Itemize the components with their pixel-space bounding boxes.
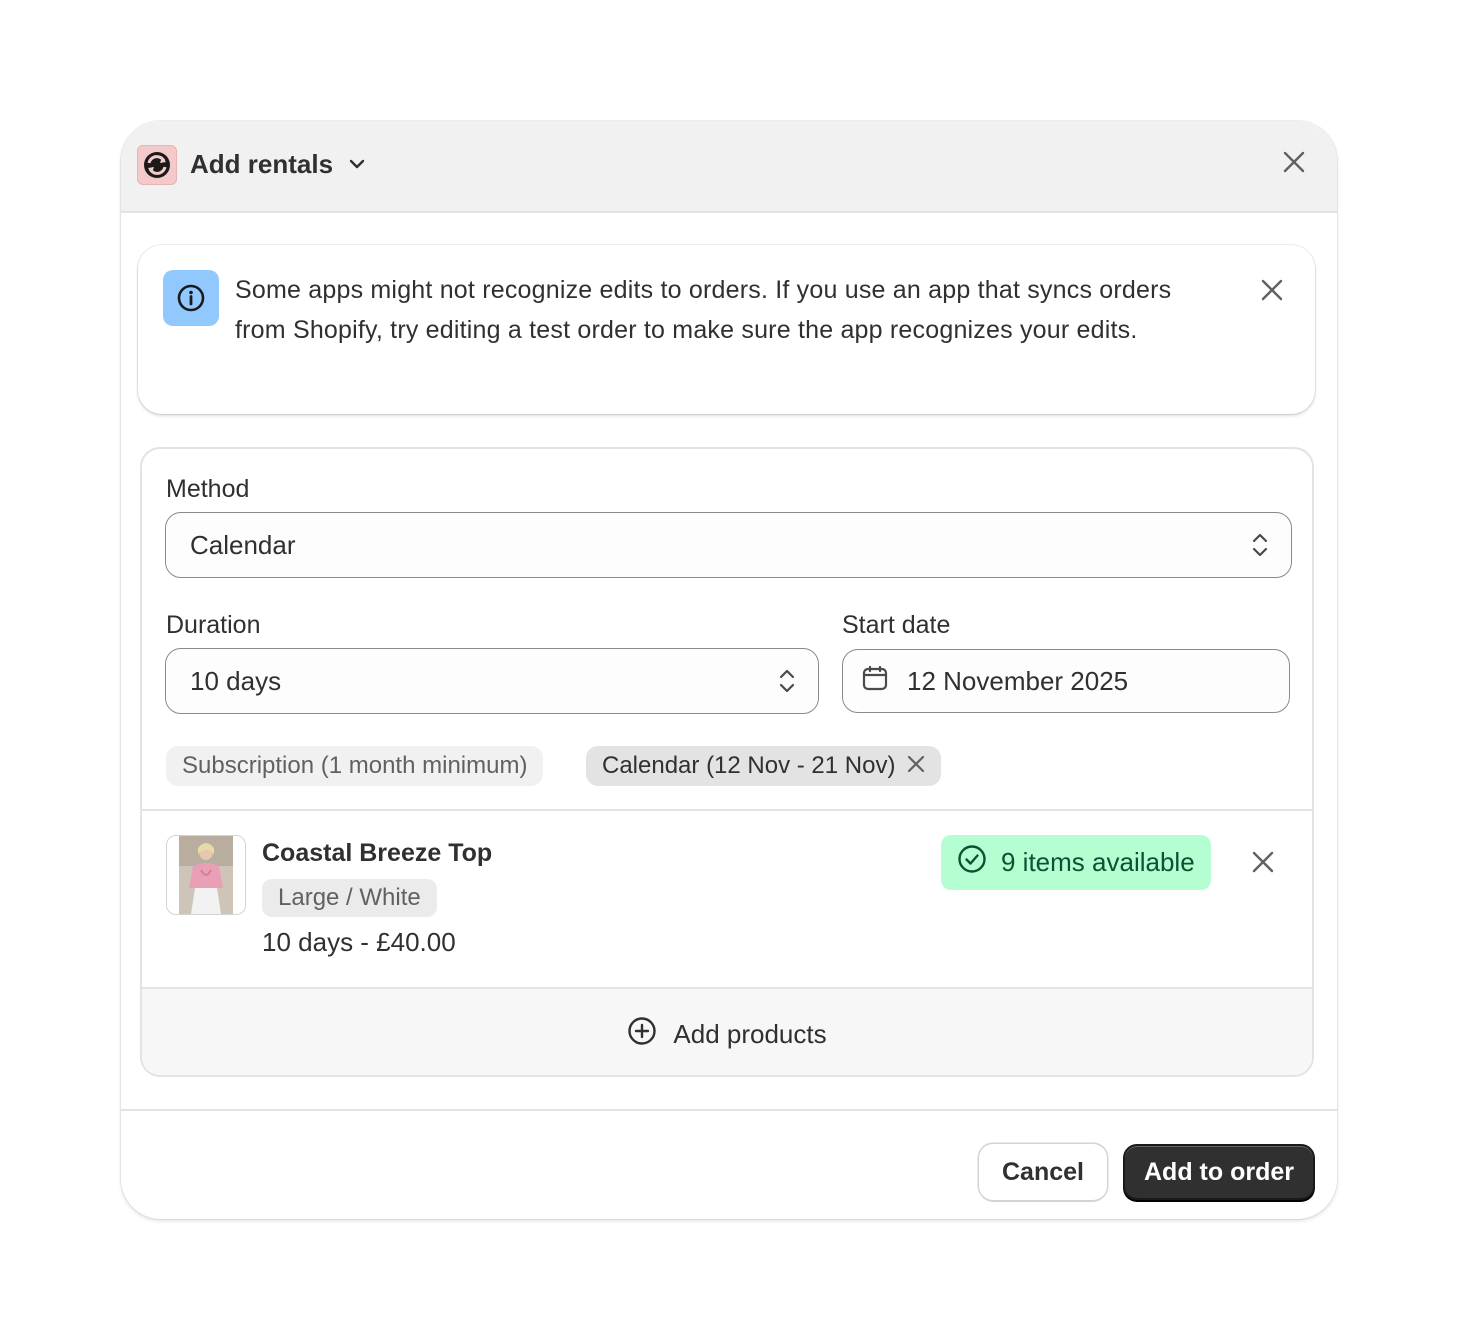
calendar-icon bbox=[861, 664, 889, 699]
start-date-value: 12 November 2025 bbox=[907, 665, 1129, 696]
dismiss-banner-icon[interactable] bbox=[1257, 275, 1287, 305]
availability-text: 9 items available bbox=[1001, 847, 1195, 877]
method-value: Calendar bbox=[190, 529, 296, 560]
modal-header: Add rentals bbox=[121, 121, 1337, 213]
add-rentals-modal: Add rentals Some apps might not recogniz… bbox=[121, 121, 1337, 1219]
product-thumbnail bbox=[166, 835, 246, 915]
check-circle-icon bbox=[957, 844, 987, 881]
banner-message: Some apps might not recognize edits to o… bbox=[235, 276, 1172, 344]
info-icon bbox=[163, 270, 219, 326]
remove-tag-icon[interactable] bbox=[907, 752, 925, 780]
rental-form-card: Method Calendar Duration 10 days Start d… bbox=[140, 447, 1314, 1077]
tag-label: Subscription (1 month minimum) bbox=[182, 752, 528, 779]
info-banner: Some apps might not recognize edits to o… bbox=[138, 245, 1315, 414]
duration-label: Duration bbox=[166, 611, 261, 639]
product-price: 10 days - £40.00 bbox=[262, 927, 456, 957]
select-arrows-icon bbox=[1249, 530, 1271, 567]
method-select[interactable]: Calendar bbox=[165, 512, 1292, 578]
app-switcher[interactable]: Add rentals bbox=[190, 147, 367, 181]
duration-select[interactable]: 10 days bbox=[165, 648, 819, 714]
close-icon[interactable] bbox=[1279, 147, 1309, 177]
add-products-label: Add products bbox=[673, 1018, 827, 1049]
variant-badge: Large / White bbox=[262, 879, 437, 917]
method-label: Method bbox=[166, 475, 250, 503]
plus-circle-icon bbox=[627, 1016, 657, 1053]
select-arrows-icon bbox=[776, 666, 798, 703]
chevron-down-icon bbox=[347, 154, 367, 174]
cancel-button[interactable]: Cancel bbox=[979, 1144, 1107, 1200]
product-name: Coastal Breeze Top bbox=[262, 839, 493, 867]
start-date-label: Start date bbox=[842, 611, 951, 639]
modal-title: Add rentals bbox=[190, 149, 334, 179]
availability-badge: 9 items available bbox=[941, 835, 1211, 890]
footer-divider bbox=[121, 1109, 1337, 1111]
tag-subscription[interactable]: Subscription (1 month minimum) bbox=[166, 746, 544, 786]
divider bbox=[142, 809, 1312, 811]
add-to-order-button[interactable]: Add to order bbox=[1123, 1144, 1315, 1200]
tag-calendar[interactable]: Calendar (12 Nov - 21 Nov) bbox=[586, 746, 942, 786]
duration-value: 10 days bbox=[190, 665, 282, 696]
tag-label: Calendar (12 Nov - 21 Nov) bbox=[602, 752, 896, 779]
rentals-sync-icon bbox=[137, 145, 177, 185]
start-date-input[interactable]: 12 November 2025 bbox=[842, 649, 1290, 713]
add-products-button[interactable]: Add products bbox=[142, 989, 1312, 1075]
remove-item-icon[interactable] bbox=[1248, 847, 1278, 877]
